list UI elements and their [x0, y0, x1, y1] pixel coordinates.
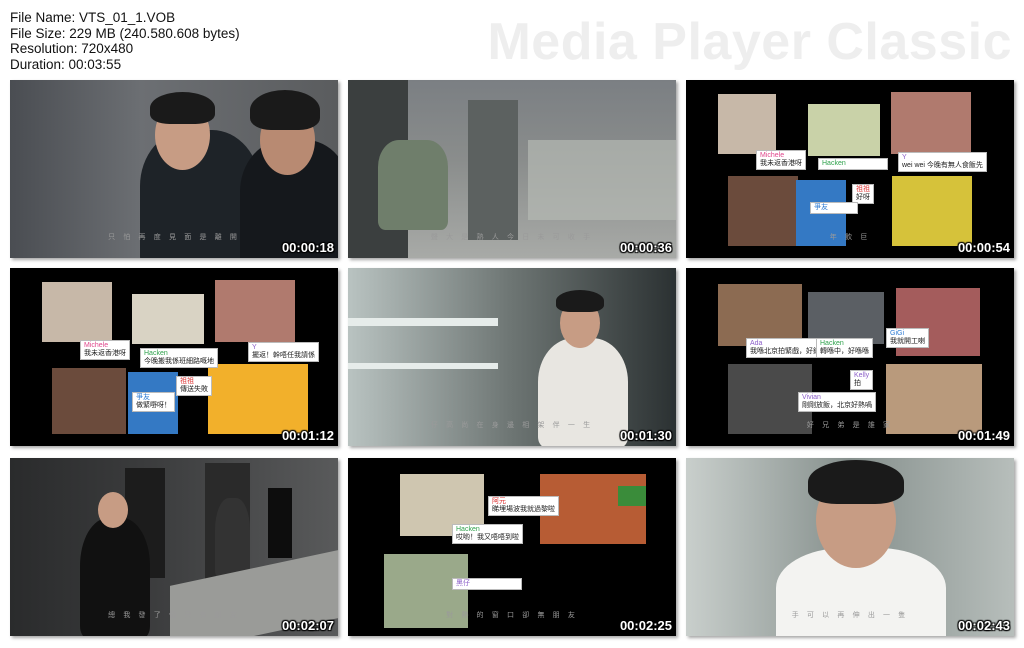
chat-bubble: 祖祖 傳送失敗 [176, 376, 212, 396]
timestamp: 00:00:36 [619, 240, 672, 255]
thumbnail-9[interactable]: 手 可 以 再 伸 出 一 隻 00:02:43 [686, 458, 1014, 636]
thumbnail-6[interactable]: Ada 我喺北京拍緊戲，好鍾意佢地做緊嘢呀 Hacken 轉喺中，好喺喺 GiGi 我… [686, 268, 1014, 446]
watermark-logo: Media Player Classic [487, 13, 1012, 71]
timestamp: 00:02:43 [957, 618, 1010, 633]
chat-bubble: Kelly 拍 [850, 370, 874, 390]
resolution-text: Resolution: 720x480 [10, 41, 134, 57]
chat-bubble: Ywei wei 今晚有無人食飯先 [898, 152, 987, 172]
chat-bubble: Vivian 剛剛放飯，北京好熱喎 [798, 392, 876, 412]
chat-bubble: GiGi 我就開工喇 [886, 328, 929, 348]
timestamp: 00:02:25 [619, 618, 672, 633]
chat-bubble: Hacken 今晚搬我係班細路嘅地 [140, 348, 218, 368]
timestamp: 00:01:49 [957, 428, 1010, 443]
chat-bubble: 阿元 睇埋場波我就過黎啦 [488, 496, 559, 516]
chat-bubble: Y 擺返！幹唔任我請係 [248, 342, 319, 362]
file-name-text: File Name: VTS_01_1.VOB [10, 10, 176, 25]
chat-bubble: 爭友 做緊嘢呀！ [132, 392, 175, 412]
thumbnail-3[interactable]: Michele 我未返香港呀 Hacken Ywei wei 今晚有無人食飯先 祖… [686, 80, 1014, 258]
chat-bubble: 黑仔 [452, 578, 522, 590]
chat-bubble: 爭友 [810, 202, 858, 214]
chat-bubble: Michele 我未返香港呀 [756, 150, 806, 170]
file-info: File Name: VTS_01_1.VOB File Size: 229 M… [10, 10, 240, 72]
timestamp: 00:01:12 [281, 428, 334, 443]
file-size-text: File Size: 229 MB (240.580.608 bytes) [10, 25, 240, 41]
thumbnail-4[interactable]: Michele 我未返香港呀 Hacken 今晚搬我係班細路嘅地 Y 擺返！幹唔任我請… [10, 268, 338, 446]
thumbnail-1[interactable]: 只 怕 再 度 見 面 是 離 開 00:00:18 [10, 80, 338, 258]
timestamp: 00:02:07 [281, 618, 334, 633]
duration-text: Duration: 00:03:55 [10, 56, 122, 72]
chat-bubble: Hacken [818, 158, 888, 170]
chat-bubble: Hacken 轉喺中，好喺喺 [816, 338, 873, 358]
chat-bubble: 祖祖 好呀 [852, 184, 874, 204]
chat-bubble: Hacken 哎喲！我又唔唔到啦 [452, 524, 523, 544]
thumbnail-7[interactable]: 總 我 發 了 個 只 有 朋 友 00:02:07 [10, 458, 338, 636]
timestamp: 00:00:54 [957, 240, 1010, 255]
timestamp: 00:01:30 [619, 428, 672, 443]
thumbnail-2[interactable]: 聲 大 是 熟 人 今 日 未 可 收 手 00:00:36 [348, 80, 676, 258]
thumbnail-5[interactable]: 仔 高 尚 在 身 邊 相 架 伴 一 生 00:01:30 [348, 268, 676, 446]
thumbnail-8[interactable]: 阿元 睇埋場波我就過黎啦 Hacken 哎喲！我又唔唔到啦 黑仔 對 熱 的 窗 口… [348, 458, 676, 636]
timestamp: 00:00:18 [281, 240, 334, 255]
chat-bubble: Michele 我未返香港呀 [80, 340, 130, 360]
